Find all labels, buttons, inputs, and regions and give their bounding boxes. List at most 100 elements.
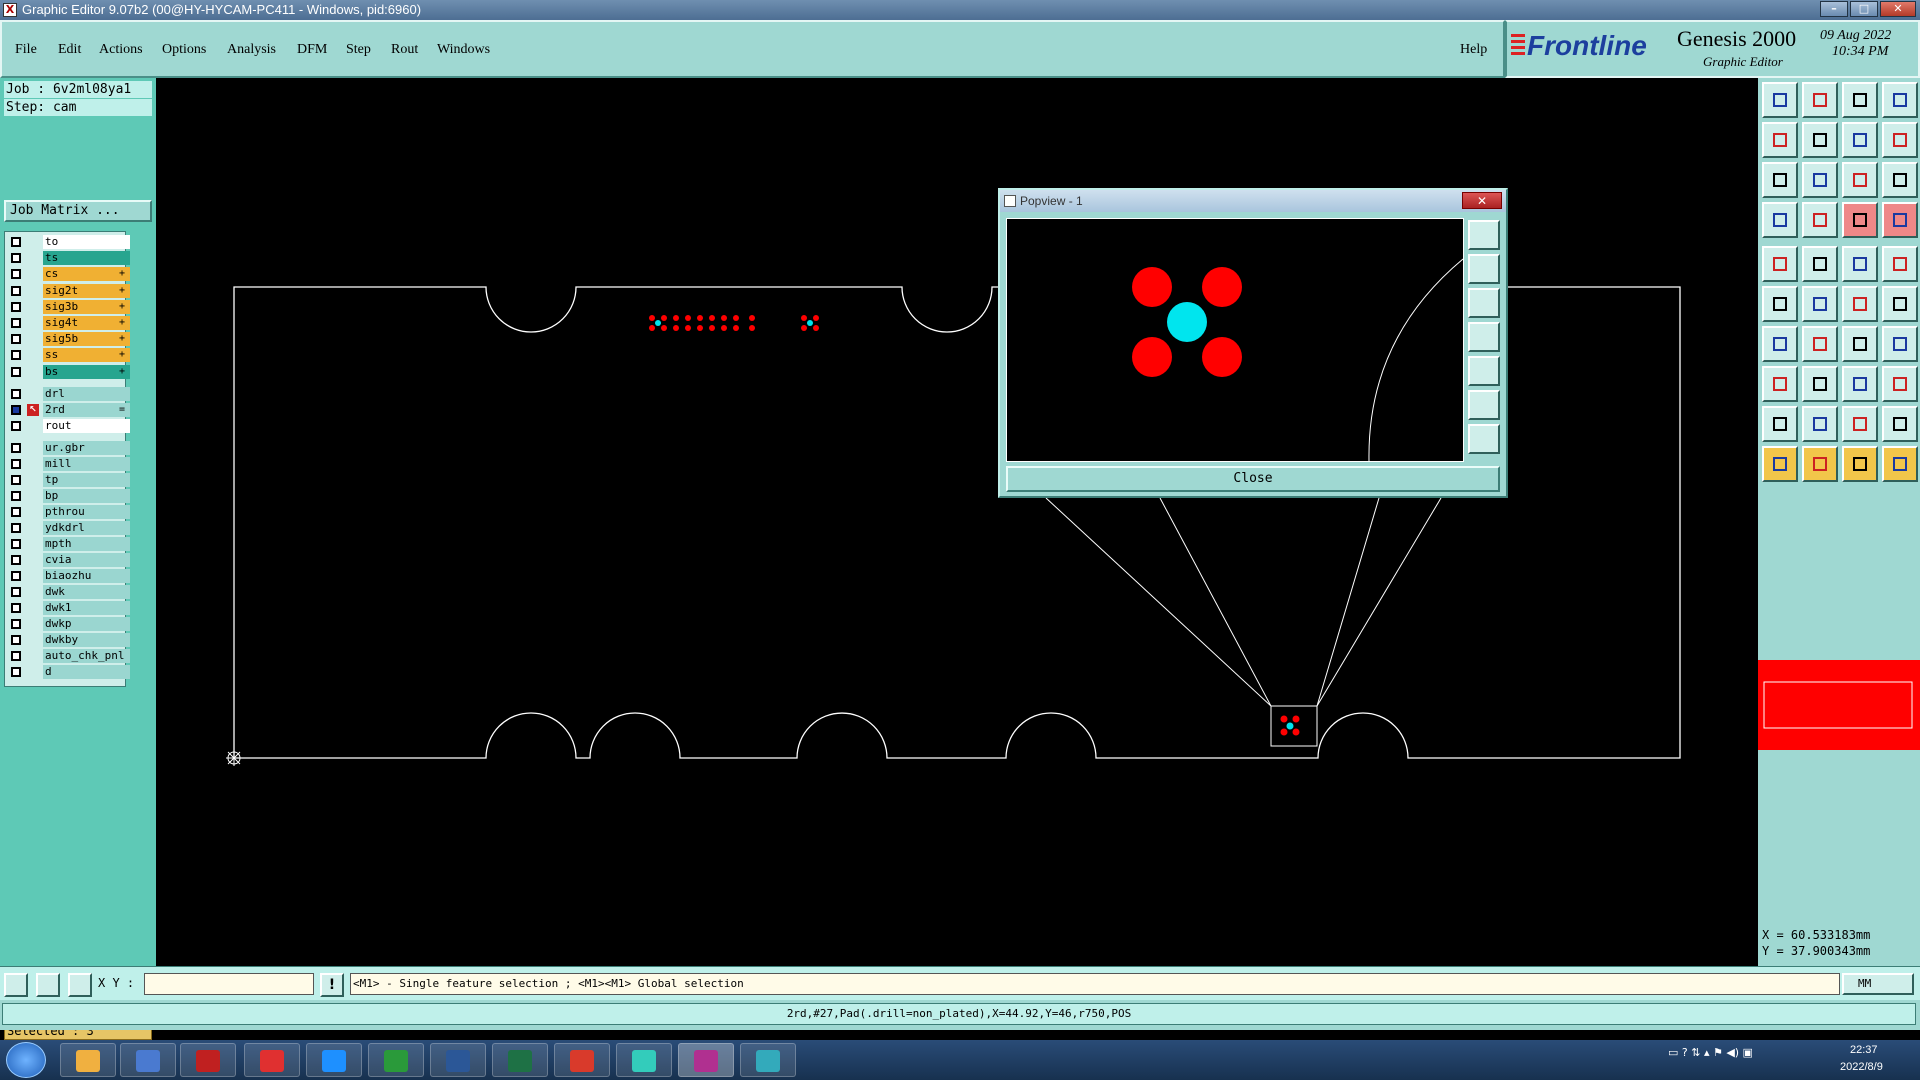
popview-pan-right-button[interactable]	[1468, 356, 1500, 386]
layer-row-cvia[interactable]: cvia	[7, 553, 130, 568]
layer-name[interactable]: bp	[43, 489, 130, 504]
help-tool-icon[interactable]	[1882, 162, 1918, 198]
text-b-icon[interactable]	[1802, 406, 1838, 442]
layer-row-sig5b[interactable]: sig5b +	[7, 332, 130, 347]
layer-row-ur-gbr[interactable]: ur.gbr	[7, 441, 130, 456]
cut-icon[interactable]	[1802, 366, 1838, 402]
layer-row-pthrou[interactable]: pthrou	[7, 505, 130, 520]
layer-row-bs[interactable]: bs +	[7, 364, 130, 379]
layer-row-ss[interactable]: ss +	[7, 348, 130, 363]
taskbar-p-app-icon[interactable]	[384, 1050, 408, 1072]
transform-icon[interactable]	[1882, 366, 1918, 402]
xy-input[interactable]	[144, 973, 314, 995]
mirror-icon[interactable]	[1882, 326, 1918, 362]
layer-name[interactable]: biaozhu	[43, 569, 130, 584]
layer-name[interactable]: to	[43, 235, 130, 249]
taskbar-pdf-icon[interactable]	[570, 1050, 594, 1072]
job-matrix-button[interactable]: Job Matrix ...	[4, 200, 152, 222]
layer-checkbox[interactable]	[11, 587, 21, 598]
arc-tool-icon[interactable]	[1802, 326, 1838, 362]
taskbar-eye-app-icon[interactable]	[632, 1050, 656, 1072]
layer-name[interactable]: pthrou	[43, 505, 130, 520]
layer-checkbox[interactable]	[11, 318, 21, 328]
measure-icon[interactable]	[1762, 202, 1798, 238]
maximize-button[interactable]: □	[1850, 1, 1878, 17]
layer-checkbox[interactable]	[11, 475, 21, 486]
layer-row-dwkp[interactable]: dwkp	[7, 617, 130, 632]
menu-edit[interactable]: Edit	[58, 42, 81, 58]
zoom-fit-icon[interactable]	[1802, 162, 1838, 198]
layer-name[interactable]: dwk	[43, 585, 130, 600]
select-area-icon[interactable]	[1802, 446, 1838, 482]
layer-checkbox[interactable]	[11, 443, 21, 454]
popview-canvas[interactable]	[1006, 218, 1464, 462]
add-pad-icon[interactable]	[1762, 246, 1798, 282]
text-a-icon[interactable]	[1762, 406, 1798, 442]
grid-view-icon[interactable]	[1802, 202, 1838, 238]
home-icon[interactable]	[1842, 82, 1878, 118]
layer-control-icon[interactable]	[1842, 202, 1878, 238]
layer-row-sig2t[interactable]: sig2t +	[7, 283, 130, 298]
popview-pan-down-button[interactable]	[1468, 288, 1500, 318]
grid-toggle-button[interactable]	[68, 973, 92, 997]
layer-checkbox[interactable]	[11, 619, 21, 630]
taskbar-explorer-icon[interactable]	[76, 1050, 100, 1072]
layer-row-drl[interactable]: drl	[7, 386, 130, 401]
rotate-icon[interactable]	[1842, 326, 1878, 362]
taskbar-excel-icon[interactable]	[508, 1050, 532, 1072]
popview-close-x-button[interactable]: ✕	[1462, 192, 1502, 209]
layer-checkbox[interactable]	[11, 366, 21, 377]
popview-pan-left-button[interactable]	[1468, 322, 1500, 352]
snap-icon[interactable]	[1882, 286, 1918, 322]
undo-view-icon[interactable]	[1842, 122, 1878, 158]
layer-row-2rd[interactable]: ↖ 2rd =	[7, 403, 130, 417]
layer-name[interactable]: bs	[43, 364, 130, 379]
layer-checkbox[interactable]	[11, 635, 21, 646]
layer-name[interactable]: dwkp	[43, 617, 130, 632]
layer-checkbox[interactable]	[11, 571, 21, 582]
layer-checkbox[interactable]	[11, 301, 21, 312]
layer-name[interactable]: mpth	[43, 537, 130, 552]
layer-row-mpth[interactable]: mpth	[7, 537, 130, 552]
snap-mode-button[interactable]	[36, 973, 60, 997]
layer-row-auto-chk-pnl[interactable]: auto_chk_pnl	[7, 649, 130, 664]
layer-row-dwkby[interactable]: dwkby	[7, 633, 130, 648]
menu-rout[interactable]: Rout	[391, 42, 418, 58]
layer-checkbox[interactable]	[11, 388, 21, 399]
add-circle-icon[interactable]	[1882, 246, 1918, 282]
layer-name[interactable]: ts	[43, 251, 130, 266]
taskbar-word-icon[interactable]	[446, 1050, 470, 1072]
select-connected-icon[interactable]	[1882, 446, 1918, 482]
open-job-icon[interactable]	[1762, 82, 1798, 118]
layer-checkbox[interactable]	[11, 269, 21, 280]
fit-screen-icon[interactable]	[1762, 162, 1798, 198]
layer-name[interactable]: ur.gbr	[43, 441, 130, 456]
ruler-icon[interactable]	[1842, 246, 1878, 282]
pan-left-icon[interactable]	[1762, 122, 1798, 158]
popview-zoom-in-button[interactable]	[1468, 390, 1500, 420]
save-job-icon[interactable]	[1802, 82, 1838, 118]
layer-name[interactable]: drl	[43, 386, 130, 401]
menu-analysis[interactable]: Analysis	[227, 42, 276, 58]
layer-name[interactable]: mill	[43, 457, 130, 472]
layer-checkbox[interactable]	[11, 523, 21, 534]
layer-name[interactable]: cvia	[43, 553, 130, 568]
layer-row-d[interactable]: d	[7, 665, 130, 680]
graphic-canvas[interactable]	[156, 78, 1758, 966]
navigator-panel[interactable]	[1758, 660, 1920, 750]
add-line-icon[interactable]	[1802, 246, 1838, 282]
stretch-icon[interactable]	[1842, 366, 1878, 402]
layer-name[interactable]: sig4t	[43, 316, 130, 330]
layer-name[interactable]: tp	[43, 473, 130, 488]
layer-name[interactable]: ydkdrl	[43, 521, 130, 536]
taskbar-notepad-icon[interactable]	[136, 1050, 160, 1072]
layer-checkbox[interactable]	[11, 421, 21, 432]
layer-checkbox[interactable]	[11, 285, 21, 296]
copy-icon[interactable]	[1842, 286, 1878, 322]
layer-row-bp[interactable]: bp	[7, 489, 130, 504]
layer-name[interactable]: d	[43, 665, 130, 680]
text-c-icon[interactable]	[1842, 406, 1878, 442]
layer-checkbox[interactable]	[11, 350, 21, 361]
scale-1-2-icon[interactable]	[1842, 162, 1878, 198]
layer-checkbox[interactable]	[11, 603, 21, 614]
